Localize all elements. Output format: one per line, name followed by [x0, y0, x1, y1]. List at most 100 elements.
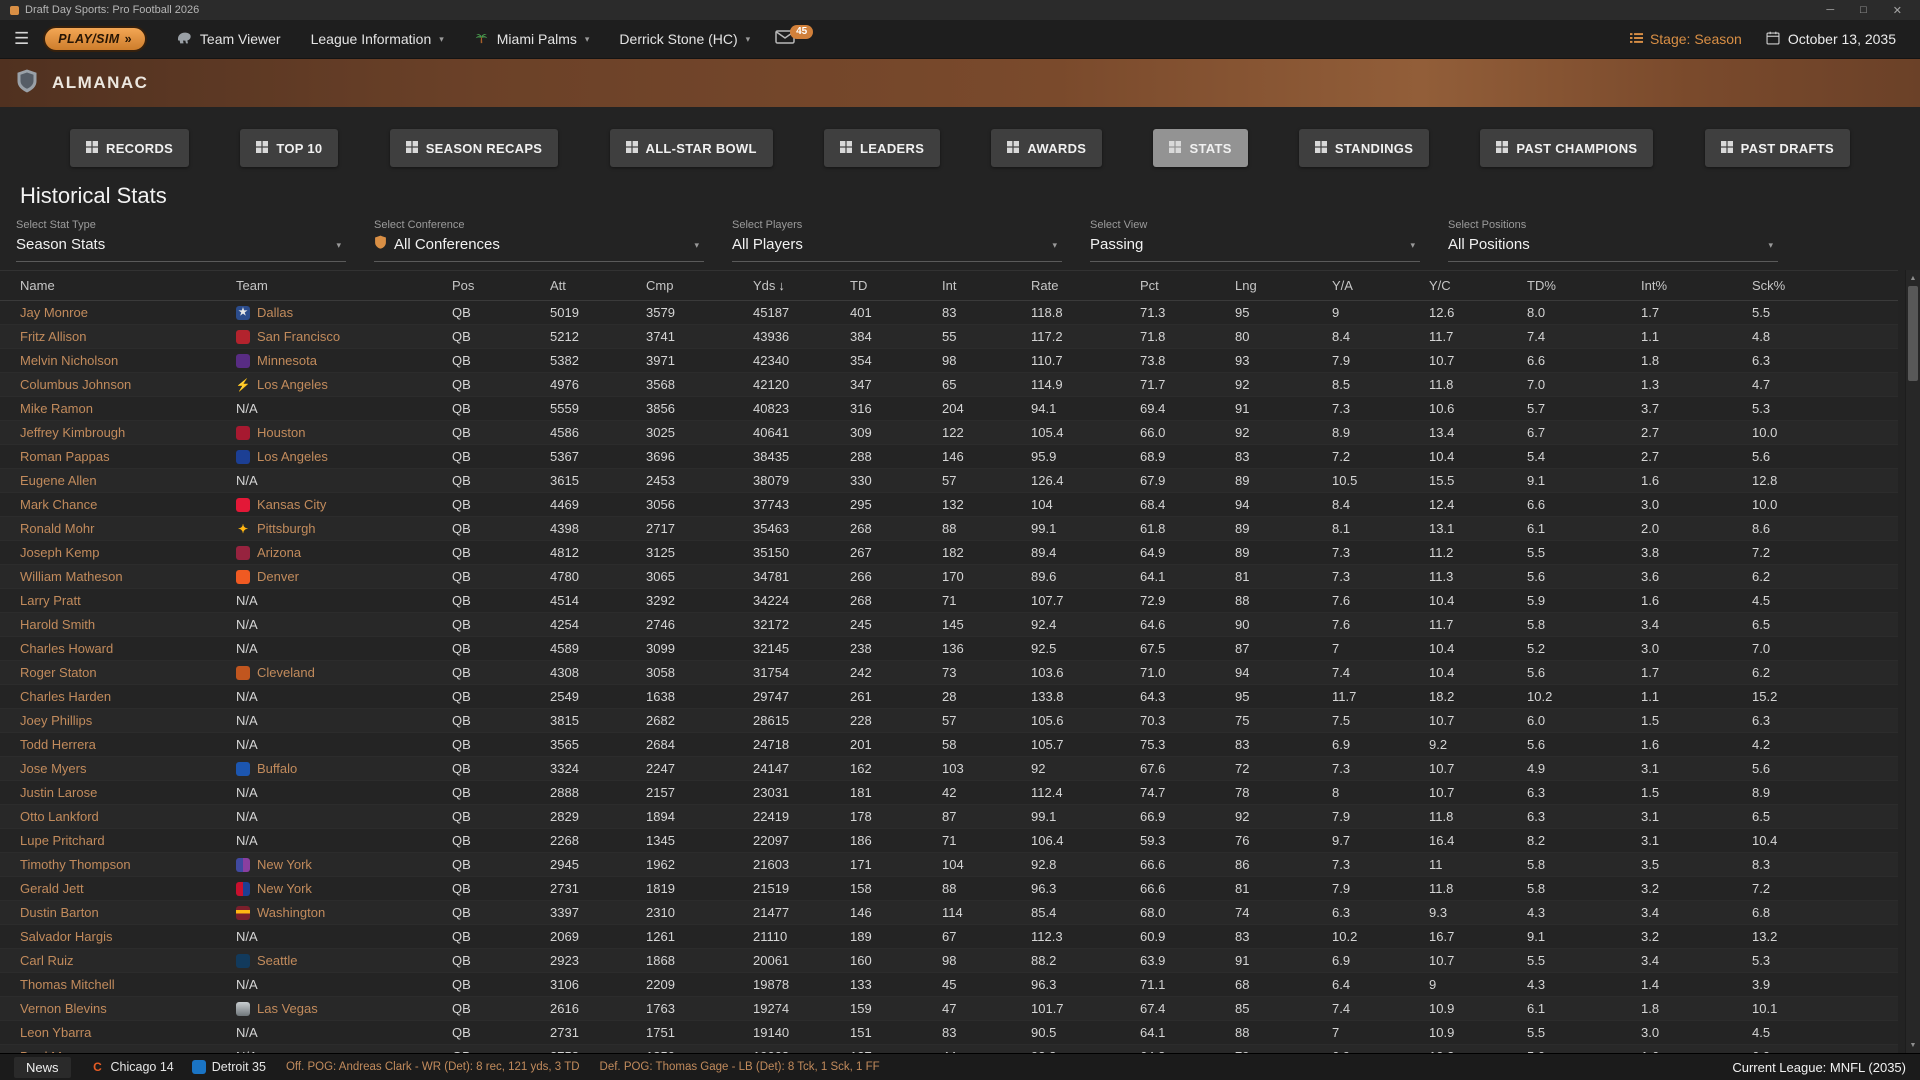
table-row[interactable]: Thomas Mitchell N/A QB 31062209198781334… [0, 973, 1898, 997]
team-name-link[interactable]: Cleveland [257, 665, 315, 680]
table-row[interactable]: Charles Howard N/A QB 458930993214523813… [0, 637, 1898, 661]
team-name-link[interactable]: Dallas [257, 305, 293, 320]
player-name-link[interactable]: Harold Smith [20, 617, 95, 632]
table-row[interactable]: Dustin Barton Washington QB 339723102147… [0, 901, 1898, 925]
table-row[interactable]: Roger Staton Cleveland QB 43083058317542… [0, 661, 1898, 685]
player-name-link[interactable]: Joey Phillips [20, 713, 92, 728]
table-row[interactable]: Ronald Mohr ✦Pittsburgh QB 4398271735463… [0, 517, 1898, 541]
player-name-link[interactable]: Otto Lankford [20, 809, 99, 824]
table-row[interactable]: Timothy Thompson New York QB 29451962216… [0, 853, 1898, 877]
team-name-link[interactable]: San Francisco [257, 329, 340, 344]
player-name-link[interactable]: Melvin Nicholson [20, 353, 118, 368]
team-name-link[interactable]: Kansas City [257, 497, 326, 512]
scroll-up-icon[interactable]: ▲ [1906, 271, 1920, 285]
menu-icon[interactable]: ☰ [8, 29, 41, 49]
table-row[interactable]: Columbus Johnson ⚡Los Angeles QB 4976356… [0, 373, 1898, 397]
table-row[interactable]: Gerald Jett New York QB 2731181921519158… [0, 877, 1898, 901]
player-name-link[interactable]: Fritz Allison [20, 329, 86, 344]
table-row[interactable]: Todd Herrera N/A QB 35652684247182015810… [0, 733, 1898, 757]
tab-past-champions[interactable]: PAST CHAMPIONS [1480, 129, 1653, 167]
player-name-link[interactable]: Columbus Johnson [20, 377, 131, 392]
team-name-link[interactable]: Seattle [257, 953, 297, 968]
player-name-link[interactable]: Carl Ruiz [20, 953, 73, 968]
table-row[interactable]: Harold Smith N/A QB 42542746321722451459… [0, 613, 1898, 637]
table-row[interactable]: Mark Chance Kansas City QB 4469305637743… [0, 493, 1898, 517]
player-name-link[interactable]: Justin Larose [20, 785, 97, 800]
news-score-item[interactable]: C Chicago 14 [91, 1060, 174, 1074]
player-name-link[interactable]: Joseph Kemp [20, 545, 100, 560]
column-header-team[interactable]: Team [232, 271, 448, 301]
filter-select-players[interactable]: Select Players All Players ▾ [732, 219, 1062, 262]
nav-team-select[interactable]: Miami Palms ▾ [459, 20, 605, 58]
player-name-link[interactable]: Lupe Pritchard [20, 833, 105, 848]
player-name-link[interactable]: Dustin Barton [20, 905, 99, 920]
player-name-link[interactable]: Roman Pappas [20, 449, 110, 464]
tab-stats[interactable]: STATS [1153, 129, 1247, 167]
column-header-int[interactable]: Int% [1637, 271, 1748, 301]
column-header-sck[interactable]: Sck% [1748, 271, 1898, 301]
column-header-att[interactable]: Att [546, 271, 642, 301]
player-name-link[interactable]: Vernon Blevins [20, 1001, 107, 1016]
table-row[interactable]: Fritz Allison San Francisco QB 521237414… [0, 325, 1898, 349]
player-name-link[interactable]: Jose Myers [20, 761, 86, 776]
player-name-link[interactable]: Roger Staton [20, 665, 97, 680]
vertical-scrollbar[interactable]: ▲ ▼ [1905, 270, 1920, 1053]
player-name-link[interactable]: Mark Chance [20, 497, 97, 512]
play-sim-button[interactable]: PLAY/SIM » [43, 26, 147, 52]
table-row[interactable]: Vernon Blevins Las Vegas QB 261617631927… [0, 997, 1898, 1021]
table-row[interactable]: Larry Pratt N/A QB 451432923422426871107… [0, 589, 1898, 613]
table-row[interactable]: Lupe Pritchard N/A QB 226813452209718671… [0, 829, 1898, 853]
table-row[interactable]: Joey Phillips N/A QB 3815268228615228571… [0, 709, 1898, 733]
close-icon[interactable]: ✕ [1893, 4, 1902, 17]
player-name-link[interactable]: Timothy Thompson [20, 857, 131, 872]
team-name-link[interactable]: Minnesota [257, 353, 317, 368]
maximize-icon[interactable]: □ [1860, 4, 1867, 17]
table-row[interactable]: Otto Lankford N/A QB 2829189422419178879… [0, 805, 1898, 829]
news-score-item[interactable]: Detroit 35 [192, 1060, 266, 1074]
player-name-link[interactable]: Charles Harden [20, 689, 111, 704]
player-name-link[interactable]: Todd Herrera [20, 737, 96, 752]
tab-past-drafts[interactable]: PAST DRAFTS [1705, 129, 1850, 167]
player-name-link[interactable]: William Matheson [20, 569, 123, 584]
tab-records[interactable]: RECORDS [70, 129, 189, 167]
team-name-link[interactable]: Houston [257, 425, 305, 440]
nav-league-information[interactable]: League Information ▾ [296, 20, 459, 58]
table-row[interactable]: Eugene Allen N/A QB 36152453380793305712… [0, 469, 1898, 493]
team-name-link[interactable]: Los Angeles [257, 449, 328, 464]
table-row[interactable]: Jay Monroe ★Dallas QB 501935794518740183… [0, 301, 1898, 325]
team-name-link[interactable]: Los Angeles [257, 377, 328, 392]
column-header-yc[interactable]: Y/C [1425, 271, 1523, 301]
team-name-link[interactable]: Buffalo [257, 761, 297, 776]
offensive-pog-text[interactable]: Off. POG: Andreas Clark - WR (Det): 8 re… [286, 1061, 580, 1073]
column-header-pct[interactable]: Pct [1136, 271, 1231, 301]
team-name-link[interactable]: Washington [257, 905, 325, 920]
scrollbar-thumb[interactable] [1908, 286, 1918, 381]
team-name-link[interactable]: New York [257, 881, 312, 896]
team-name-link[interactable]: Las Vegas [257, 1001, 318, 1016]
player-name-link[interactable]: Ronald Mohr [20, 521, 94, 536]
tab-top-10[interactable]: TOP 10 [240, 129, 338, 167]
tab-leaders[interactable]: LEADERS [824, 129, 940, 167]
player-name-link[interactable]: Larry Pratt [20, 593, 81, 608]
table-row[interactable]: Leon Ybarra N/A QB 27311751191401518390.… [0, 1021, 1898, 1045]
table-row[interactable]: Salvador Hargis N/A QB 20691261211101896… [0, 925, 1898, 949]
team-name-link[interactable]: Arizona [257, 545, 301, 560]
tab-awards[interactable]: AWARDS [991, 129, 1102, 167]
player-name-link[interactable]: Jeffrey Kimbrough [20, 425, 125, 440]
team-name-link[interactable]: Denver [257, 569, 299, 584]
player-name-link[interactable]: Jay Monroe [20, 305, 88, 320]
table-row[interactable]: Roman Pappas Los Angeles QB 536736963843… [0, 445, 1898, 469]
column-header-pos[interactable]: Pos [448, 271, 546, 301]
tab-season-recaps[interactable]: SEASON RECAPS [390, 129, 559, 167]
nav-team-viewer[interactable]: Team Viewer [161, 20, 296, 58]
column-header-cmp[interactable]: Cmp [642, 271, 749, 301]
player-name-link[interactable]: Brad Mason [20, 1049, 90, 1053]
filter-select-positions[interactable]: Select Positions All Positions ▾ [1448, 219, 1778, 262]
table-row[interactable]: Brad Mason N/A QB 27581850190081374493.8… [0, 1045, 1898, 1054]
column-header-rate[interactable]: Rate [1027, 271, 1136, 301]
column-header-int[interactable]: Int [938, 271, 1027, 301]
tab-standings[interactable]: STANDINGS [1299, 129, 1429, 167]
column-header-name[interactable]: Name [0, 271, 232, 301]
player-name-link[interactable]: Mike Ramon [20, 401, 93, 416]
player-name-link[interactable]: Salvador Hargis [20, 929, 113, 944]
